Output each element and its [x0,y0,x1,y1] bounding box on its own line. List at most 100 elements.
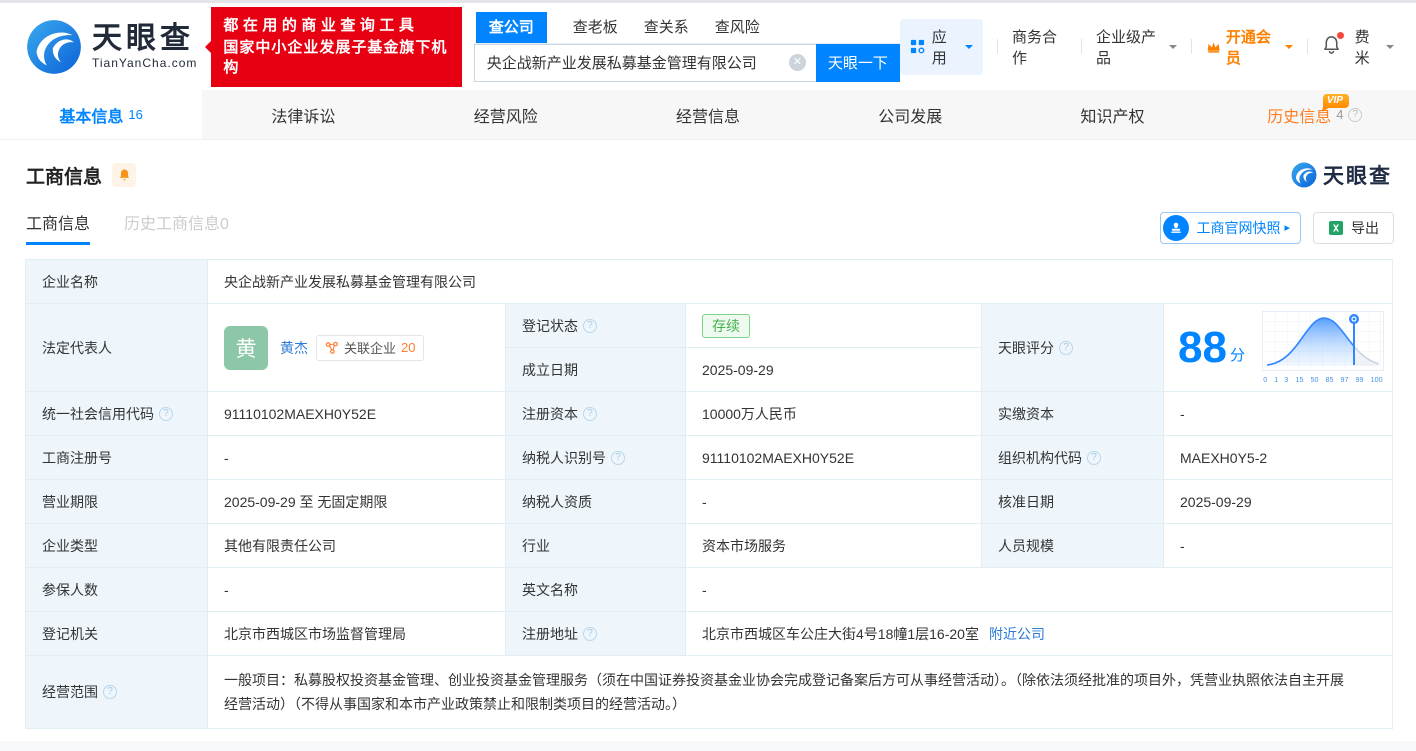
subtab-business-info[interactable]: 工商信息 [26,210,91,245]
field-label: 参保人数 [26,568,208,611]
nav-enterprise-products[interactable]: 企业级产品 [1096,26,1177,68]
paid-capital-value: - [1180,405,1185,422]
official-snapshot-button[interactable]: 工商官网快照 ▸ [1160,211,1301,244]
company-tabs: 基本信息 16 法律诉讼 经营风险 经营信息 公司发展 知识产权 VIP 历史信… [0,90,1416,140]
search-box: 查公司 查老板 查关系 查风险 央企战新产业发展私募基金管理有限公司 ✕ 天眼一… [473,11,900,82]
field-label-group: 天眼评分 [982,304,1164,391]
credit-code-value: 91110102MAEXH0Y52E [208,392,506,435]
tab-label: 经营风险 [473,108,538,126]
subtab-history-business-info[interactable]: 历史工商信息0 [124,210,229,245]
clear-search-icon[interactable]: ✕ [788,54,806,71]
notifications-bell[interactable] [1322,31,1344,59]
legal-rep-cell: 黄 黄杰 关联企业 20 [208,304,506,391]
tab-intellectual-property[interactable]: 知识产权 [1011,90,1213,139]
field-label: 统一社会信用代码 [42,405,154,422]
field-label: 组织机构代码 [998,449,1082,466]
field-label: 实缴资本 [982,392,1164,435]
tab-operating-risk[interactable]: 经营风险 [405,90,607,139]
business-info-table: 企业名称 央企战新产业发展私募基金管理有限公司 法定代表人 黄 黄杰 关联企业 … [25,259,1393,729]
tab-history-info[interactable]: VIP 历史信息 4 [1214,90,1416,139]
tick-label: 99 [1355,375,1364,384]
business-scope-value: 一般项目：私募股权投资基金管理、创业投资基金管理服务（须在中国证券投资基金业协会… [224,672,1344,712]
section-title: 工商信息 [26,166,103,188]
field-label: 登记状态 [522,317,578,334]
watermark-logo: 天眼查 [1291,160,1392,190]
english-name-value: - [702,581,707,598]
search-button[interactable]: 天眼一下 [815,43,900,82]
tab-label: 基本信息 [59,108,124,126]
field-label: 纳税人资质 [506,480,686,523]
help-icon[interactable] [103,685,117,699]
tab-operating-info[interactable]: 经营信息 [607,90,809,139]
table-row: 工商注册号 - 纳税人识别号 91110102MAEXH0Y52E 组织机构代码… [26,436,1392,480]
help-icon[interactable] [583,406,597,421]
tab-company-development[interactable]: 公司发展 [809,90,1011,139]
field-label: 纳税人识别号 [522,449,606,466]
taxpayer-id-value: 91110102MAEXH0Y52E [686,436,982,479]
chevron-down-icon [1386,44,1395,53]
tianyancha-logo[interactable]: 天眼查 TianYanCha.com [26,19,197,75]
reg-address-cell: 北京市西城区车公庄大街4号18幢1层16-20室 附近公司 [686,612,1392,655]
apps-label: 应用 [931,28,947,67]
score-distribution-chart [1262,311,1384,371]
nav-open-vip[interactable]: 开通会员 [1206,26,1293,68]
insured-count-value: - [208,568,506,611]
legal-rep-link[interactable]: 黄杰 [280,338,308,358]
monitor-bell-button[interactable] [112,163,137,187]
tick-label: 1 [1273,375,1278,384]
table-row: 营业期限 2025-09-29 至 无固定期限 纳税人资质 - 核准日期 202… [26,480,1392,524]
related-count: 20 [401,340,416,355]
field-label: 经营范围 [42,684,98,700]
tianyancha-logo-icon [1291,162,1317,188]
field-label: 英文名称 [506,568,686,611]
search-tab-boss[interactable]: 查老板 [573,12,618,43]
promo-banner: 都在用的商业查询工具 国家中小企业发展子基金旗下机构 [205,6,462,87]
nav-biz-cooperation[interactable]: 商务合作 [1012,26,1067,68]
tick-label: 0 [1263,375,1268,384]
help-icon[interactable] [583,318,597,333]
apps-menu[interactable]: 应用 [899,18,984,75]
bell-icon [119,169,129,181]
user-menu[interactable]: 费米 [1355,26,1395,68]
search-tab-company[interactable]: 查公司 [475,11,547,43]
apps-grid-icon [910,39,925,54]
status-date-subgrid: 登记状态 存续 成立日期 2025-09-29 [506,304,982,391]
field-label: 企业名称 [26,260,208,303]
tab-basic-info[interactable]: 基本信息 16 [0,90,203,139]
help-icon[interactable] [611,450,625,465]
table-row: 统一社会信用代码 91110102MAEXH0Y52E 注册资本 10000万人… [26,392,1392,436]
open-vip-label: 开通会员 [1225,28,1271,67]
related-companies-badge[interactable]: 关联企业 20 [316,334,425,361]
export-button[interactable]: 导出 [1313,211,1394,244]
score-value: 88 [1178,322,1227,372]
help-icon[interactable] [1348,107,1363,122]
search-tab-risk[interactable]: 查风险 [715,12,760,43]
notification-dot [1336,31,1344,39]
brand-name: 天眼查 [92,21,194,55]
score-unit: 分 [1229,347,1245,364]
divider [997,39,999,54]
promo-line-1: 都在用的商业查询工具 [223,16,419,34]
header-nav: 应用 商务合作 企业级产品 开通会员 费米 [899,18,1395,75]
search-input[interactable]: 央企战新产业发展私募基金管理有限公司 ✕ [473,43,816,82]
company-type-value: 其他有限责任公司 [208,524,506,567]
reg-capital-value: 10000万人民币 [686,392,982,435]
brand-domain: TianYanCha.com [92,55,198,70]
establish-date-value: 2025-09-29 [702,361,774,378]
search-tab-relation[interactable]: 查关系 [644,12,689,43]
help-icon[interactable] [159,406,173,421]
score-chart-ticks: 0 1 3 15 50 85 97 99 100 [1262,374,1384,384]
help-icon[interactable] [583,626,597,641]
tab-legal[interactable]: 法律诉讼 [202,90,404,139]
related-label: 关联企业 [344,341,397,356]
avatar[interactable]: 黄 [224,325,268,370]
divider [1306,39,1308,54]
field-label-group: 纳税人识别号 [506,436,686,479]
nearby-companies-link[interactable]: 附近公司 [989,624,1045,644]
help-icon[interactable] [1087,450,1101,465]
tab-label: 历史信息 [1267,108,1332,126]
tick-label: 50 [1310,375,1319,384]
help-icon[interactable] [1059,340,1073,355]
tick-label: 100 [1370,375,1383,384]
chevron-down-icon [1284,44,1293,53]
